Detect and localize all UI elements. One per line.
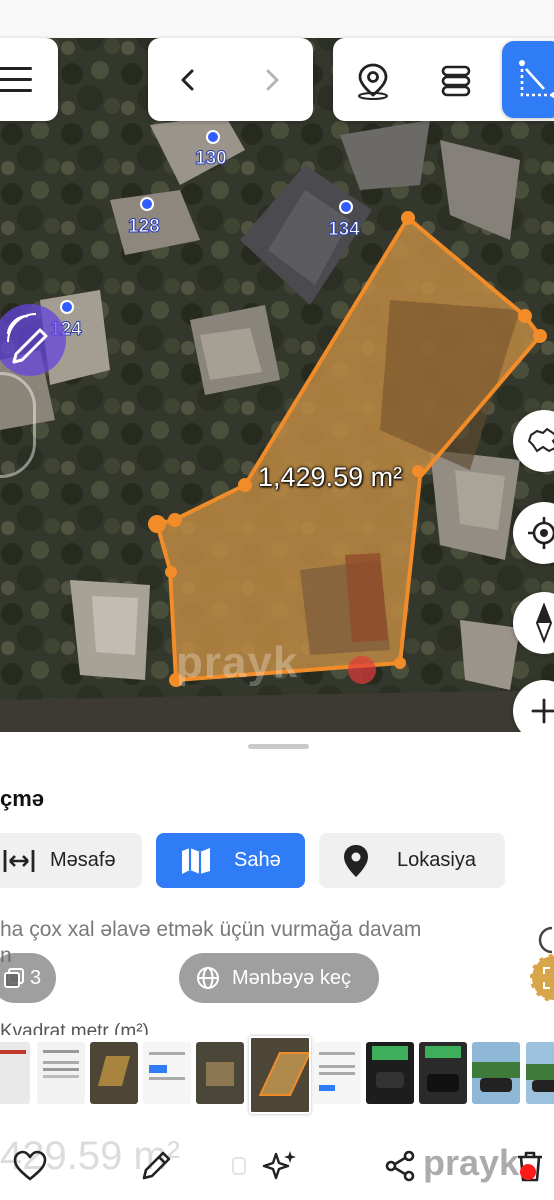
parcel-pin[interactable] [339, 200, 353, 214]
photo-thumbnail[interactable] [0, 1042, 30, 1104]
notification-dot [520, 1164, 536, 1180]
photo-thumbnail[interactable] [366, 1042, 414, 1104]
photos-icon [4, 968, 24, 988]
unit-label: Kvadrat metr (m²) [0, 1021, 149, 1035]
go-to-source-label: Mənbəyə keç [232, 966, 351, 989]
ruler-icon [3, 849, 35, 872]
photo-thumbnail[interactable] [313, 1042, 361, 1104]
zoom-in-icon [531, 698, 554, 724]
parcel-number: 134 [328, 219, 361, 241]
photo-thumbnail[interactable] [143, 1042, 191, 1104]
measure-tool-button[interactable] [502, 41, 554, 118]
compass-icon [535, 603, 553, 643]
share-button[interactable] [380, 1144, 420, 1188]
photo-count-badge[interactable]: 3 [0, 953, 56, 1003]
layers-button[interactable] [433, 58, 479, 104]
rotate-icon [538, 926, 553, 954]
measure-tool-icon [519, 60, 554, 98]
photo-count: 3 [30, 966, 42, 989]
pencil-icon [142, 1151, 171, 1180]
history-nav [148, 38, 313, 121]
menu-button[interactable] [0, 38, 58, 121]
edit-button[interactable] [134, 1144, 178, 1188]
pencil-icon [6, 313, 48, 364]
instruction-text: ha çox xal əlavə etmək üçün vurmağa dava… [0, 918, 422, 941]
ai-scan-button[interactable] [530, 954, 554, 1002]
parcel-number: 130 [195, 148, 228, 170]
status-bar-strip [0, 0, 554, 38]
draw-tool-button[interactable] [0, 304, 66, 376]
location-pin-icon [358, 63, 388, 100]
forward-chevron-icon [266, 69, 279, 91]
azerbaijan-map-icon [527, 427, 554, 453]
mode-area-label: Sahə [234, 849, 281, 871]
area-readout: 1,429.59 m² [258, 462, 403, 492]
share-icon [385, 1150, 415, 1182]
globe-icon [197, 967, 219, 989]
forward-button[interactable] [252, 58, 292, 102]
measure-sheet: çmə Məsafə Sahə Lokasiya ha çox xal əlav… [0, 732, 554, 1200]
sheet-title: çmə [0, 786, 45, 811]
menu-icon [0, 67, 32, 92]
photo-thumbnail-selected[interactable] [249, 1036, 311, 1114]
ai-button[interactable] [258, 1144, 302, 1188]
layers-icon [441, 65, 471, 97]
mode-area-button[interactable]: Sahə [156, 833, 305, 888]
photo-thumbnail[interactable] [196, 1042, 244, 1104]
scan-icon [543, 967, 550, 989]
favorite-button[interactable] [8, 1144, 52, 1188]
back-chevron-icon [181, 69, 194, 91]
sparkle-icon [262, 1151, 296, 1180]
photo-thumbnail[interactable] [526, 1042, 554, 1104]
parcel-pin[interactable] [206, 130, 220, 144]
sheet-handle[interactable] [248, 744, 309, 749]
crosshair-icon [528, 517, 554, 549]
photo-strip [0, 1034, 554, 1114]
location-pin-icon [344, 844, 368, 877]
photo-thumbnail[interactable] [419, 1042, 467, 1104]
mode-location-label: Lokasiya [397, 849, 476, 871]
mode-distance-label: Məsafə [50, 849, 116, 871]
copy-button[interactable] [228, 1144, 250, 1188]
photo-thumbnail[interactable] [472, 1042, 520, 1104]
location-button[interactable] [350, 58, 396, 104]
photo-thumbnail[interactable] [37, 1042, 85, 1104]
go-to-source-button[interactable]: Mənbəyə keç [179, 953, 379, 1003]
parcel-pin[interactable] [140, 197, 154, 211]
photo-thumbnail[interactable] [90, 1042, 138, 1104]
map-view[interactable]: prayk 130 128 134 124 1,429.59 m² [0, 0, 554, 732]
watermark-text: prayk [176, 638, 299, 687]
parcel-number: 128 [128, 216, 161, 238]
copy-icon [232, 1157, 246, 1175]
map-icon [182, 847, 210, 874]
back-button[interactable] [168, 58, 208, 102]
brand-watermark: prayk [423, 1142, 520, 1183]
heart-icon [13, 1150, 47, 1181]
mode-location-button[interactable]: Lokasiya [319, 833, 505, 888]
mode-distance-button[interactable]: Məsafə [0, 833, 142, 888]
